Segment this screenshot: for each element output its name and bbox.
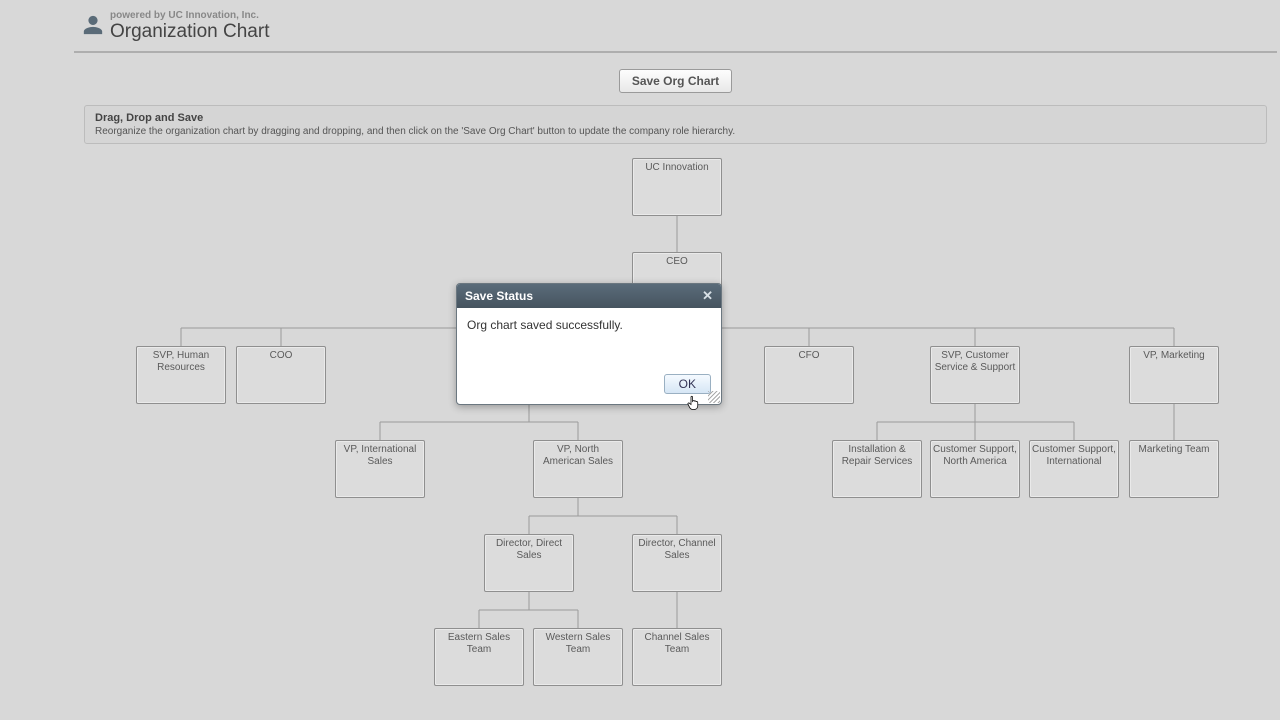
node-label: VP, Marketing (1132, 350, 1216, 362)
help-heading: Drag, Drop and Save (95, 112, 1256, 124)
node-uc-innovation[interactable]: UC Innovation (632, 158, 722, 216)
close-icon[interactable]: ✕ (702, 288, 713, 304)
node-label: VP, International Sales (338, 444, 422, 468)
node-channel-sales-team[interactable]: Channel Sales Team (632, 628, 722, 686)
header-text: powered by UC Innovation, Inc. Organizat… (110, 10, 269, 43)
node-label: Director, Direct Sales (487, 538, 571, 562)
resize-handle[interactable] (708, 391, 720, 403)
node-label: SVP, Human Resources (139, 350, 223, 374)
node-label: Installation & Repair Services (835, 444, 919, 468)
save-org-chart-button[interactable]: Save Org Chart (619, 69, 732, 93)
node-label: Western Sales Team (536, 632, 620, 656)
node-director-channel-sales[interactable]: Director, Channel Sales (632, 534, 722, 592)
node-coo[interactable]: COO (236, 346, 326, 404)
node-installation-repair[interactable]: Installation & Repair Services (832, 440, 922, 498)
node-customer-support-na[interactable]: Customer Support, North America (930, 440, 1020, 498)
node-svp-customer-service[interactable]: SVP, Customer Service & Support (930, 346, 1020, 404)
help-body: Reorganize the organization chart by dra… (95, 126, 1256, 137)
node-label: CEO (635, 256, 719, 268)
node-cfo[interactable]: CFO (764, 346, 854, 404)
node-vp-international-sales[interactable]: VP, International Sales (335, 440, 425, 498)
toolbar: Save Org Chart (74, 63, 1277, 105)
node-label: VP, North American Sales (536, 444, 620, 468)
dialog-footer: OK (457, 368, 721, 404)
header-divider (74, 51, 1277, 53)
page-title: Organization Chart (110, 21, 269, 43)
org-chart-area: UC Innovation CEO SVP, Human Resources C… (74, 152, 1277, 712)
node-label: Eastern Sales Team (437, 632, 521, 656)
node-svp-hr[interactable]: SVP, Human Resources (136, 346, 226, 404)
node-vp-north-american-sales[interactable]: VP, North American Sales (533, 440, 623, 498)
dialog-header[interactable]: Save Status ✕ (457, 284, 721, 308)
powered-by: powered by UC Innovation, Inc. (110, 10, 269, 21)
node-vp-marketing[interactable]: VP, Marketing (1129, 346, 1219, 404)
dialog-body: Org chart saved successfully. (457, 308, 721, 368)
node-marketing-team[interactable]: Marketing Team (1129, 440, 1219, 498)
node-label: COO (239, 350, 323, 362)
node-label: Customer Support, North America (933, 444, 1017, 468)
node-director-direct-sales[interactable]: Director, Direct Sales (484, 534, 574, 592)
help-banner: Drag, Drop and Save Reorganize the organ… (84, 105, 1267, 144)
node-western-sales-team[interactable]: Western Sales Team (533, 628, 623, 686)
ok-button[interactable]: OK (664, 374, 711, 394)
node-label: CFO (767, 350, 851, 362)
node-eastern-sales-team[interactable]: Eastern Sales Team (434, 628, 524, 686)
node-label: Channel Sales Team (635, 632, 719, 656)
node-label: UC Innovation (635, 162, 719, 174)
node-label: Customer Support, International (1032, 444, 1116, 468)
node-label: Marketing Team (1132, 444, 1216, 456)
node-customer-support-intl[interactable]: Customer Support, International (1029, 440, 1119, 498)
node-label: Director, Channel Sales (635, 538, 719, 562)
org-icon (82, 14, 104, 36)
dialog-title: Save Status (465, 289, 533, 303)
node-label: SVP, Customer Service & Support (933, 350, 1017, 374)
dialog-message: Org chart saved successfully. (467, 318, 623, 332)
page-header: powered by UC Innovation, Inc. Organizat… (74, 0, 1277, 51)
save-status-dialog: Save Status ✕ Org chart saved successful… (456, 283, 722, 405)
